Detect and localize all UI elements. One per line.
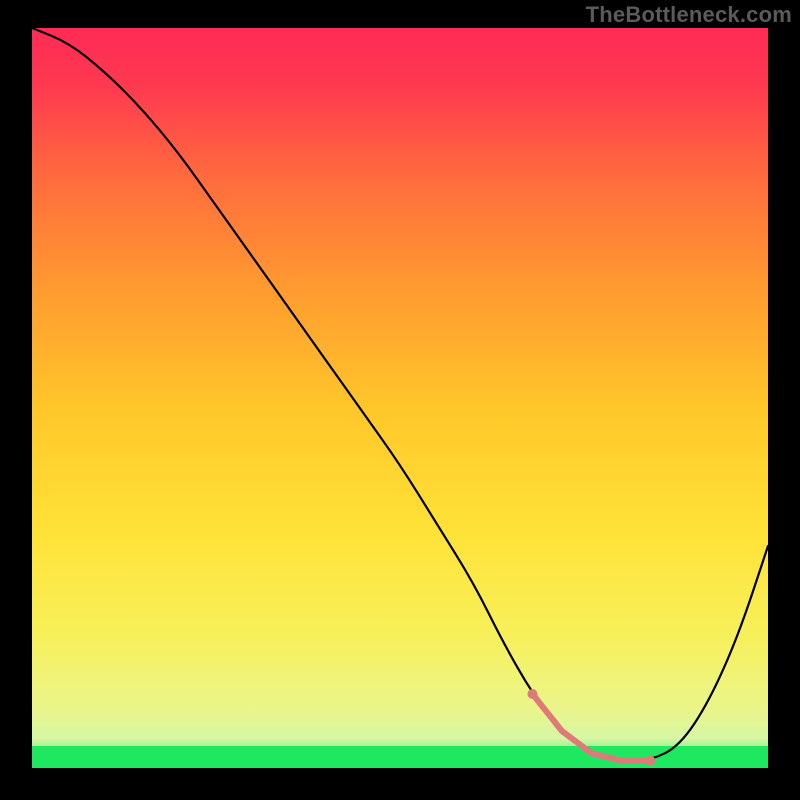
plot-area [32, 28, 768, 768]
chart-stage: TheBottleneck.com [0, 0, 800, 800]
watermark-text: TheBottleneck.com [586, 2, 792, 28]
highlight-start-dot [528, 689, 538, 699]
gradient-background [32, 28, 768, 768]
highlight-end-dot [645, 756, 655, 766]
chart-svg [32, 28, 768, 768]
